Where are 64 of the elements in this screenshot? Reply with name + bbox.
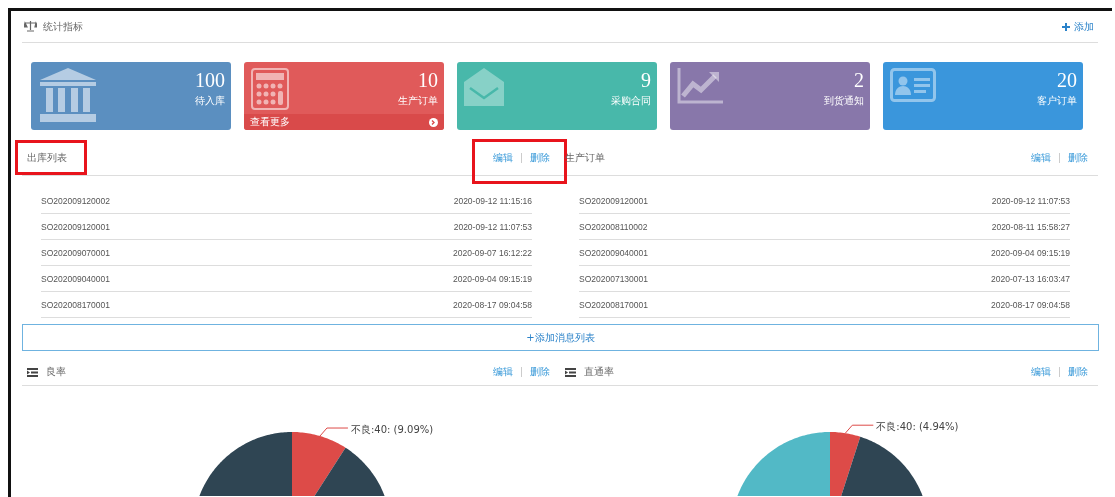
- delete-link[interactable]: 删除: [530, 151, 550, 165]
- bank-icon: [38, 68, 98, 124]
- delete-link[interactable]: 删除: [1068, 151, 1088, 165]
- section-title: 统计指标: [43, 19, 83, 34]
- order-time: 2020-09-04 09:15:19: [453, 273, 532, 284]
- list-title: 出库列表: [27, 151, 67, 165]
- calculator-icon: [251, 68, 289, 110]
- stat-value: 100: [195, 68, 225, 92]
- list-icon: [565, 367, 576, 377]
- order-number: SO202008170001: [579, 299, 648, 310]
- list-icon: [27, 367, 38, 377]
- order-number: SO202008170001: [41, 299, 110, 310]
- chart-title: 良率: [46, 365, 66, 379]
- stat-value: 2: [854, 68, 864, 92]
- add-list-button[interactable]: +添加消息列表: [22, 324, 1099, 351]
- stat-card[interactable]: 100 待入库: [31, 62, 231, 130]
- envelope-icon: [464, 68, 504, 108]
- stat-label: 生产订单: [398, 94, 438, 108]
- stat-card[interactable]: 20 客户订单: [883, 62, 1083, 130]
- add-link[interactable]: 添加: [1062, 19, 1094, 34]
- order-time: 2020-09-04 09:15:19: [991, 247, 1070, 258]
- order-number: SO202008110002: [579, 221, 648, 232]
- stat-value: 20: [1057, 68, 1077, 92]
- order-time: 2020-08-17 09:04:58: [991, 299, 1070, 310]
- order-number: SO202007130001: [579, 273, 648, 284]
- stat-card[interactable]: 2 到货通知: [670, 62, 870, 130]
- stat-card[interactable]: 10 生产订单 查看更多: [244, 62, 444, 130]
- order-time: 2020-09-07 16:12:22: [453, 247, 532, 258]
- chart-title: 直通率: [584, 365, 614, 379]
- arrow-circle-icon: [429, 117, 438, 127]
- stat-card[interactable]: 9 采购合同: [457, 62, 657, 130]
- order-time: 2020-09-12 11:07:53: [453, 221, 532, 232]
- leader-line: [319, 427, 349, 437]
- id-card-icon: [890, 68, 936, 102]
- order-time: 2020-08-11 15:58:27: [991, 221, 1070, 232]
- delete-link[interactable]: 删除: [1068, 365, 1088, 379]
- order-time: 2020-09-12 11:07:53: [991, 195, 1070, 206]
- order-number: SO202009120002: [41, 195, 110, 206]
- edit-link[interactable]: 编辑: [493, 151, 513, 165]
- edit-link[interactable]: 编辑: [1031, 151, 1051, 165]
- slice-label: 不良:40: (4.94%): [876, 421, 959, 433]
- delete-link[interactable]: 删除: [530, 365, 550, 379]
- stat-label: 客户订单: [1037, 94, 1077, 108]
- order-number: SO202009120001: [41, 221, 110, 232]
- order-time: 2020-07-13 16:03:47: [991, 273, 1070, 284]
- order-time: 2020-09-12 11:15:16: [453, 195, 532, 206]
- order-number: SO202009070001: [41, 247, 110, 258]
- order-number: SO202009040001: [41, 273, 110, 284]
- edit-link[interactable]: 编辑: [493, 365, 513, 379]
- plus-icon: [1062, 22, 1070, 31]
- more-link[interactable]: 查看更多: [244, 114, 444, 130]
- order-number: SO202009120001: [579, 195, 648, 206]
- stat-label: 采购合同: [611, 94, 651, 108]
- stat-label: 待入库: [195, 94, 225, 108]
- edit-link[interactable]: 编辑: [1031, 365, 1051, 379]
- scale-icon: [24, 21, 37, 32]
- slice-label: 不良:40: (9.09%): [350, 424, 434, 436]
- stat-label: 到货通知: [824, 94, 864, 108]
- stat-value: 9: [641, 68, 651, 92]
- trend-chart-icon: [677, 68, 723, 104]
- order-number: SO202009040001: [579, 247, 648, 258]
- leader-line: [844, 424, 874, 434]
- order-time: 2020-08-17 09:04:58: [453, 299, 532, 310]
- stat-value: 10: [418, 68, 438, 92]
